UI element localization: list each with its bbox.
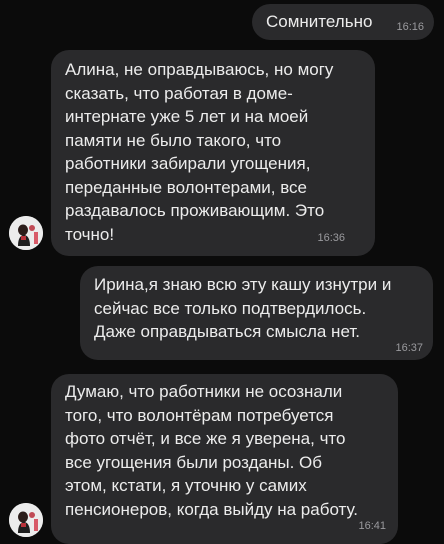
message-line: пенсионеров, когда выйду на работу. [65, 499, 359, 519]
message-line: Ирина,я знаю всю эту кашу изнутри и [94, 275, 392, 294]
message-line: раздавалось проживающим. Это [65, 201, 325, 220]
message-line: сейчас все только подтвердилось. [94, 298, 367, 318]
message-bubble-incoming[interactable]: Алина, не оправдываюсь, но могу сказать,… [51, 50, 375, 256]
message-bubble-incoming[interactable]: Думаю, что работники не осознали того, ч… [51, 374, 398, 544]
avatar-photo [9, 216, 43, 250]
message-line: интернате уже 5 лет и на моей [65, 107, 309, 126]
message-line: Думаю, что работники не осознали [65, 382, 343, 401]
message-line: работники забирали угощения, [65, 154, 311, 173]
message-time: 16:37 [395, 342, 423, 354]
message-text: Ирина,я знаю всю эту кашу изнутри и сейч… [94, 273, 391, 344]
message-line: фото отчёт, и все же я уверена, что [65, 429, 346, 448]
message-text: Сомнительно [266, 10, 372, 34]
message-line: памяти не было такого, что [65, 130, 282, 150]
message-bubble-outgoing[interactable]: Сомнительно 16:16 [252, 4, 434, 40]
message-time: 16:36 [317, 232, 345, 244]
message-text: Думаю, что работники не осознали того, ч… [65, 380, 358, 521]
message-time: 16:41 [358, 520, 386, 532]
message-line: переданные волонтерами, все [65, 177, 308, 197]
message-line: Даже оправдываться смысла нет. [94, 322, 360, 341]
message-line: Алина, не оправдываюсь, но могу [65, 60, 334, 79]
message-line: того, что волонтёрам потребуется [65, 405, 334, 425]
message-bubble-outgoing[interactable]: Ирина,я знаю всю эту кашу изнутри и сейч… [80, 266, 433, 360]
avatar-icon[interactable] [9, 216, 43, 250]
message-time: 16:16 [396, 21, 424, 33]
message-text: Алина, не оправдываюсь, но могу сказать,… [65, 58, 333, 246]
message-line: все угощения были розданы. Об [65, 452, 322, 472]
message-line: этом, кстати, я уточню у самих [65, 476, 307, 495]
message-line: сказать, что работая в доме- [65, 83, 293, 103]
chat-thread: Сомнительно 16:16 Алина, не оправдываюсь… [0, 0, 444, 544]
message-line: Сомнительно [266, 12, 373, 31]
message-line: точно! [65, 224, 115, 244]
